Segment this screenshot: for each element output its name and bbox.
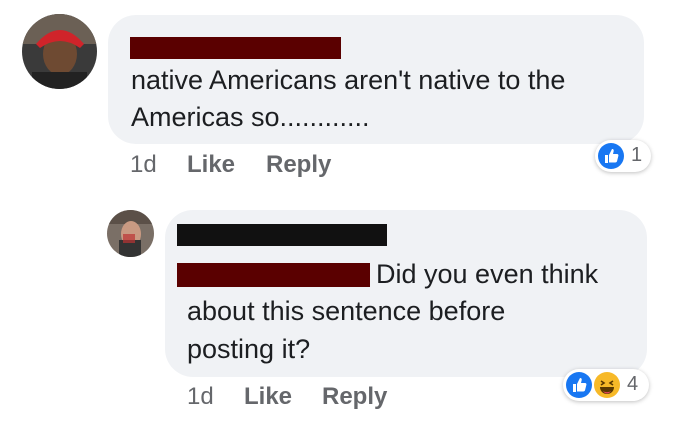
redacted-username[interactable]: [177, 224, 387, 246]
comment-reply-button[interactable]: Reply: [266, 151, 331, 179]
comment-text-line-1: native Americans aren't native to the: [131, 65, 566, 95]
reply-text-line-1: Did you even think: [376, 259, 599, 289]
like-icon: [566, 372, 592, 398]
reply-bubble: Did you even think about this sentence b…: [165, 210, 647, 377]
commenter-avatar[interactable]: [22, 14, 97, 89]
reply-text-line-2: about this sentence before: [187, 296, 506, 326]
reply-timestamp[interactable]: 1d: [187, 383, 214, 411]
profile-photo-icon: [107, 210, 154, 257]
reply-reply-button[interactable]: Reply: [322, 383, 387, 411]
comment-timestamp[interactable]: 1d: [130, 151, 157, 179]
profile-photo-icon: [22, 14, 97, 89]
haha-icon: [594, 372, 620, 398]
replier-avatar[interactable]: [107, 210, 154, 257]
reply-text-line-3: posting it?: [187, 334, 311, 364]
comment-text-line-2: Americas so............: [131, 102, 370, 132]
redacted-username[interactable]: [130, 37, 341, 59]
comment-bubble: native Americans aren't native to the Am…: [108, 15, 644, 144]
comment-like-button[interactable]: Like: [187, 151, 235, 179]
comment-actions: 1d Like Reply: [0, 151, 700, 181]
redacted-mention[interactable]: [177, 263, 370, 287]
reply-like-button[interactable]: Like: [244, 383, 292, 411]
